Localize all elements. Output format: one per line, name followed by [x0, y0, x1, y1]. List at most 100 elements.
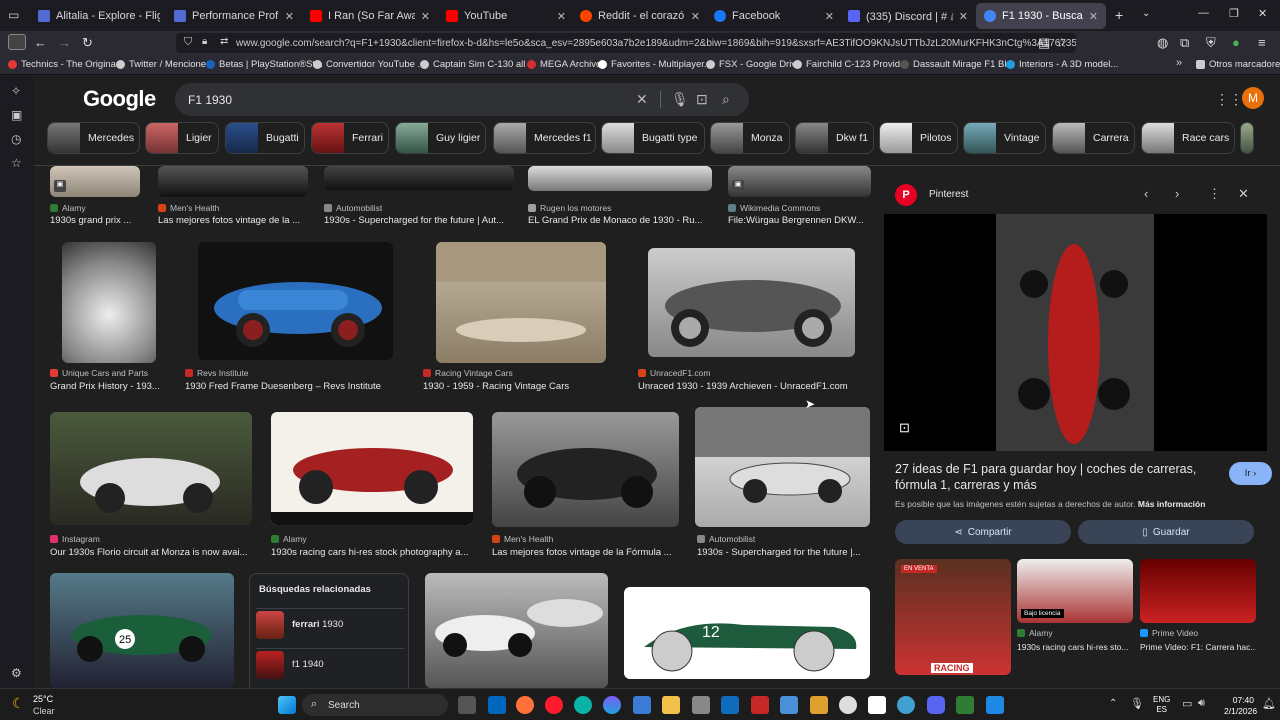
ai-chat-icon[interactable]: ✧ [11, 84, 21, 98]
minimize-icon[interactable]: — [1198, 7, 1209, 19]
image-result[interactable]: 25 [50, 573, 234, 688]
result-image[interactable] [271, 412, 473, 525]
forward-icon[interactable]: → [58, 35, 71, 50]
clock[interactable]: 07:40 2/1/2026 [1224, 695, 1257, 717]
image-result[interactable]: ▣ Wikimedia Commons File:Würgau Bergrenn… [728, 166, 872, 226]
result-image[interactable] [728, 166, 871, 197]
tab-youtube[interactable]: YouTube ✕ [438, 3, 574, 29]
close-icon[interactable]: ✕ [285, 10, 294, 23]
image-result[interactable]: Automobilist 1930s - Supercharged for th… [695, 407, 871, 562]
history-icon[interactable]: ◷ [11, 132, 21, 146]
result-caption[interactable]: 1930 Fred Frame Duesenberg – Revs Instit… [185, 381, 407, 392]
result-image[interactable] [648, 248, 855, 357]
share-button[interactable]: ⋖ Compartir [895, 520, 1071, 544]
result-caption[interactable]: 1930s racing cars hi-res sto... [1017, 642, 1133, 652]
result-caption[interactable]: 1930s racing cars hi-res stock photograp… [271, 547, 476, 558]
discord-icon[interactable] [927, 696, 945, 714]
apps-grid-icon[interactable]: ⋮⋮ [1215, 91, 1243, 108]
tab-google-search[interactable]: F1 1930 - Buscar con Goog ✕ [976, 3, 1106, 29]
result-image[interactable] [436, 242, 606, 363]
image-result[interactable]: Racing Vintage Cars 1930 - 1959 - Racing… [423, 242, 623, 402]
image-result[interactable]: Alamy 1930s racing cars hi-res stock pho… [271, 412, 476, 562]
language-indicator[interactable]: ENG ES [1153, 695, 1170, 715]
result-source[interactable]: Automobilist [324, 203, 382, 213]
bookmark-item[interactable]: Dassault Mirage F1 Bl... [900, 59, 1014, 70]
image-result[interactable]: ▣ Alamy 1930s grand prix ... [50, 166, 142, 226]
app-icon[interactable] [868, 696, 886, 714]
window-close-icon[interactable]: ✕ [1258, 7, 1267, 20]
bookmark-item[interactable]: Technics - The Origina... [8, 59, 124, 70]
chevron-right-icon[interactable]: » [1176, 57, 1182, 69]
result-image[interactable] [492, 412, 679, 527]
bookmark-item[interactable]: Convertidor YouTube ... [313, 59, 425, 70]
chip-mercedes-f1[interactable]: Mercedes f1 [493, 122, 596, 154]
opera-icon[interactable] [545, 696, 563, 714]
reload-icon[interactable]: ↻ [82, 35, 93, 51]
bookmark-item[interactable]: Twitter / Menciones [116, 59, 211, 70]
result-image[interactable] [695, 407, 870, 527]
result-source[interactable]: Automobilist [697, 534, 755, 544]
vpn-shield-icon[interactable]: ⛨ [1206, 35, 1216, 51]
file-explorer-icon[interactable] [662, 696, 680, 714]
sidebar-toggle-icon[interactable] [8, 34, 26, 50]
extension-icon[interactable]: ◍ [1157, 35, 1168, 51]
result-image[interactable] [158, 166, 308, 197]
result-image[interactable] [50, 412, 252, 525]
chip-mercedes[interactable]: Mercedes [47, 122, 140, 154]
notifications-icon[interactable]: 🔔︎ [1262, 697, 1276, 710]
chip-ligier[interactable]: Ligier [145, 122, 219, 154]
back-icon[interactable]: ← [34, 35, 47, 50]
tab-youtube-song[interactable]: I Ran (So Far Away) - YouTu ✕ [302, 3, 438, 29]
new-tab-icon[interactable]: + [1115, 7, 1123, 23]
result-caption[interactable]: Our 1930s Florio circuit at Monza is now… [50, 547, 255, 558]
result-image[interactable] [528, 166, 712, 191]
tab-discord[interactable]: (335) Discord | # 🎮 ✕ [840, 3, 976, 29]
bookmark-item[interactable]: Favorites - Multiplayer... [598, 59, 712, 70]
app-icon[interactable] [692, 696, 710, 714]
weather-desc[interactable]: Clear [33, 706, 55, 716]
tab-list-icon[interactable]: ▭ [8, 8, 19, 22]
result-source[interactable]: Wikimedia Commons [728, 203, 820, 213]
chip-vintage[interactable]: Vintage [963, 122, 1046, 154]
result-image[interactable] [425, 573, 608, 688]
lens-icon[interactable]: ⊡ [696, 91, 708, 108]
result-caption[interactable]: 1930s - Supercharged for the future | Au… [324, 215, 516, 226]
save-button[interactable]: ▯ Guardar [1078, 520, 1254, 544]
bookmark-item[interactable]: MEGA Archivo [527, 59, 601, 70]
panel-image[interactable]: ⊡ [884, 214, 1267, 451]
close-icon[interactable]: ✕ [959, 10, 968, 23]
bookmark-item[interactable]: Otros marcadores [1196, 59, 1280, 70]
bookmark-star-icon[interactable]: ☆ [1056, 35, 1068, 51]
similar-image[interactable]: Bajo licencia [1017, 559, 1133, 623]
similar-image[interactable]: EN VENTA RACING [895, 559, 1011, 675]
result-source[interactable]: Racing Vintage Cars [423, 368, 513, 378]
result-image[interactable]: 25 [50, 573, 234, 688]
profile-icon[interactable]: ● [1232, 35, 1240, 50]
related-item-f1-1940[interactable]: f1 1940 [256, 648, 404, 680]
chip-guy-ligier[interactable]: Guy ligier [395, 122, 486, 154]
chip-carrera[interactable]: Carrera [1052, 122, 1135, 154]
result-source[interactable]: Instagram [50, 534, 100, 544]
chip-dkw-f1[interactable]: Dkw f1 [795, 122, 874, 154]
more-options-icon[interactable]: ⋮ [1208, 186, 1221, 202]
result-image[interactable]: 12 [624, 587, 870, 679]
close-icon[interactable]: ✕ [691, 10, 700, 23]
similar-image[interactable] [1140, 559, 1256, 623]
result-source[interactable]: Unique Cars and Parts [50, 368, 148, 378]
image-result[interactable]: Men's Health Las mejores fotos vintage d… [492, 412, 682, 562]
avatar[interactable]: M [1242, 87, 1264, 109]
image-result[interactable]: Instagram Our 1930s Florio circuit at Mo… [50, 412, 255, 562]
bookmark-item[interactable]: Fairchild C-123 Provid... [793, 59, 908, 70]
network-icon[interactable]: ▭ [1182, 697, 1192, 710]
chip-more[interactable] [1240, 122, 1254, 154]
panel-source[interactable]: Pinterest [929, 189, 968, 200]
microphone-icon[interactable]: 🎙︎ [671, 91, 689, 108]
result-source[interactable]: Alamy [1017, 628, 1053, 638]
store-icon[interactable] [488, 696, 506, 714]
menu-icon[interactable]: ≡ [1258, 35, 1266, 50]
app-icon[interactable] [751, 696, 769, 714]
chevron-up-icon[interactable]: ⌃ [1109, 698, 1117, 709]
related-item-ferrari-1930[interactable]: ferrari 1930 [256, 608, 404, 640]
next-icon[interactable]: › [1175, 186, 1179, 201]
search-box[interactable]: F1 1930 ✕ 🎙︎ ⊡ ⌕ [175, 83, 749, 116]
